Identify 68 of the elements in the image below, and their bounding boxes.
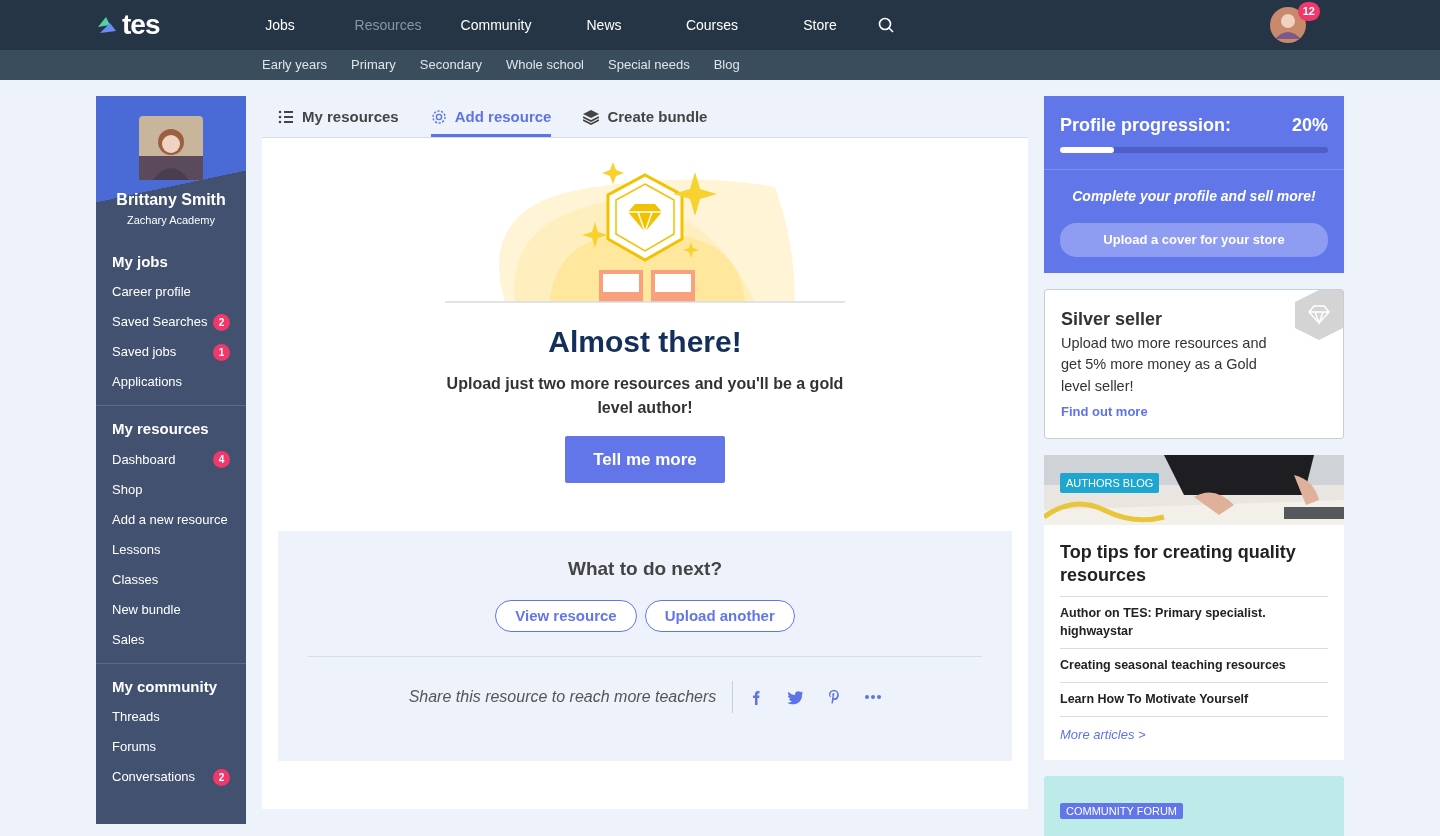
card-text: Upload two more resources and get 5% more money as a Gold level seller! xyxy=(1061,333,1268,396)
layers-icon xyxy=(583,109,600,126)
progress-percent: 20% xyxy=(1291,114,1328,137)
sidebar-link[interactable]: Shop xyxy=(112,479,143,500)
section-heading: My resources xyxy=(112,419,210,439)
nav-link[interactable]: Store xyxy=(803,16,837,33)
notification-badge: 12 xyxy=(1297,2,1320,21)
nav-link[interactable]: Jobs xyxy=(265,16,295,33)
list-icon xyxy=(278,109,294,126)
pinterest-icon[interactable] xyxy=(827,689,842,705)
sidebar-link[interactable]: Career profile xyxy=(112,282,191,302)
sidebar-link[interactable]: Add a new resource xyxy=(112,509,228,530)
outline-button[interactable]: Upload another xyxy=(644,599,795,632)
gear-icon xyxy=(430,109,447,126)
user-name: Brittany Smith xyxy=(115,190,227,210)
tell-me-more-button[interactable]: Tell me more xyxy=(565,435,725,483)
nav-link[interactable]: Resources xyxy=(354,16,422,33)
section-title: What to do next? xyxy=(566,557,724,581)
subnav-link[interactable]: Whole school xyxy=(505,55,584,75)
find-out-more-link[interactable]: Find out more xyxy=(1061,401,1148,422)
section-heading: My jobs xyxy=(112,251,169,272)
count-badge: 1 xyxy=(213,343,230,361)
search-icon[interactable] xyxy=(878,17,894,33)
article-link[interactable]: Creating seasonal teaching resources xyxy=(1060,648,1328,682)
category-tag: COMMUNITY FORUM xyxy=(1060,803,1183,820)
tab[interactable]: My resources xyxy=(278,106,399,137)
nav-link[interactable]: Community xyxy=(460,16,532,33)
profile-photo xyxy=(139,116,203,180)
hero-title: Almost there! xyxy=(548,323,742,360)
article-link[interactable]: Learn How To Motivate Yourself xyxy=(1060,681,1328,716)
progress-label: Profile progression: xyxy=(1060,114,1232,137)
article-link[interactable]: Author on TES: Primary specialist. highwaystar xyxy=(1060,595,1328,649)
sidebar-link[interactable]: Conversations xyxy=(112,767,196,787)
sidebar-link[interactable]: New bundle xyxy=(112,599,181,620)
sidebar-link[interactable]: Applications xyxy=(112,372,183,392)
sidebar-link[interactable]: Threads xyxy=(112,707,160,727)
card-title: Silver seller xyxy=(1061,307,1164,331)
tab[interactable]: Create bundle xyxy=(583,106,708,137)
logo[interactable]: tes xyxy=(122,11,160,39)
share-text: Share this resource to reach more teachers xyxy=(408,687,718,707)
section-heading: My community xyxy=(112,676,218,697)
more-icon[interactable] xyxy=(865,695,882,699)
sidebar-link[interactable]: Saved Searches xyxy=(112,312,208,332)
subnav-link[interactable]: Secondary xyxy=(419,55,482,75)
profile-prompt: Complete your profile and sell more! xyxy=(1071,187,1317,206)
sidebar-link[interactable]: Sales xyxy=(112,629,145,650)
logo-icon[interactable] xyxy=(96,15,118,35)
count-badge: 4 xyxy=(213,451,230,468)
sidebar-link[interactable]: Lessons xyxy=(112,539,161,560)
blog-title: Top tips for creating quality resources xyxy=(1060,540,1297,588)
sidebar-link[interactable]: Saved jobs xyxy=(112,342,177,362)
subnav-link[interactable]: Special needs xyxy=(608,55,690,75)
nav-link[interactable]: News xyxy=(586,16,622,33)
count-badge: 2 xyxy=(213,313,230,331)
bird-icon[interactable] xyxy=(787,689,804,705)
category-tag: AUTHORS BLOG xyxy=(1060,472,1160,494)
school-name: Zachary Academy xyxy=(125,213,216,228)
subnav-link[interactable]: Early years xyxy=(262,55,328,75)
sidebar-link[interactable]: Dashboard xyxy=(112,449,176,470)
outline-button[interactable]: View resource xyxy=(495,599,637,632)
sidebar-link[interactable]: Forums xyxy=(112,737,157,757)
sidebar-link[interactable]: Classes xyxy=(112,569,159,590)
more-articles-link[interactable]: More articles > xyxy=(1060,715,1328,745)
subnav-link[interactable]: Primary xyxy=(351,55,396,75)
nav-link[interactable]: Courses xyxy=(685,16,739,33)
count-badge: 2 xyxy=(213,768,230,786)
hero-text: Upload just two more resources and you'll be a gold level author! xyxy=(445,373,845,418)
subnav-link[interactable]: Blog xyxy=(713,55,740,75)
